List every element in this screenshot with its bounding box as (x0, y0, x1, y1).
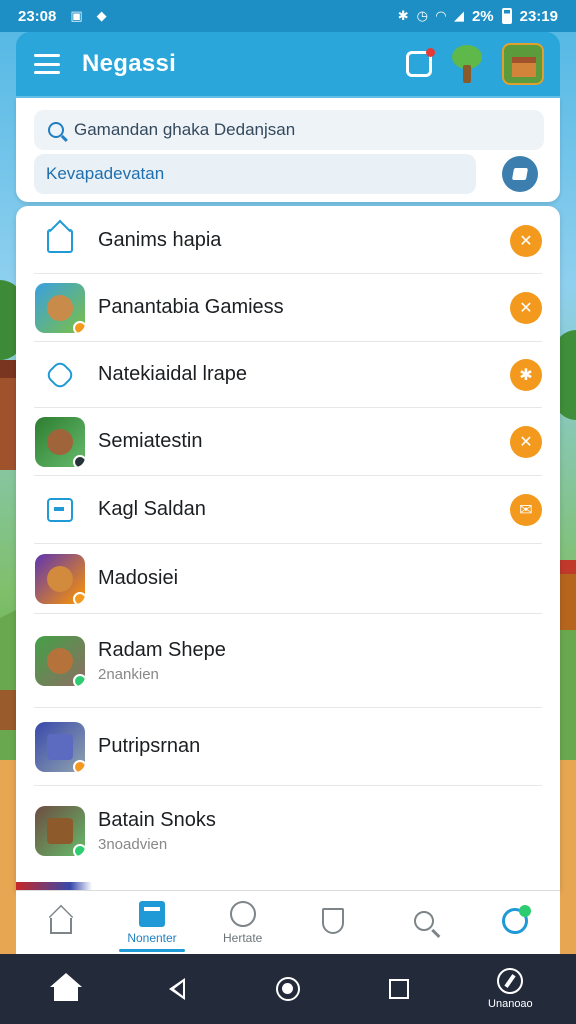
system-nav-bar: Unanoao (0, 954, 576, 1024)
close-badge-icon[interactable]: ✕ (510, 224, 542, 257)
system-home-button[interactable] (36, 959, 96, 1019)
filter-field[interactable]: Kevapadevatan (34, 154, 476, 194)
game-icon (35, 721, 85, 772)
bluetooth-icon: ✱ (397, 8, 409, 23)
app-bar: Negassi (16, 32, 560, 96)
list-item-title: Madosiei (98, 567, 179, 589)
status-time-right: 23:19 (519, 7, 558, 25)
app-notification-icon: ▣ (70, 8, 83, 23)
circle-icon (275, 977, 300, 1001)
search-input[interactable]: Gamandan ghaka Dedanjsan (34, 110, 544, 150)
compass-label: Unanoao (488, 998, 533, 1010)
tree-icon[interactable] (450, 45, 484, 83)
list-item-title: Panantabia Gamiess (98, 296, 284, 318)
tab-nonenter[interactable]: Nonenter (107, 891, 198, 954)
search-icon (48, 122, 64, 138)
list-item-subtitle: 2nankien (98, 665, 159, 683)
list-item-title: Natekiaidal lrape (98, 363, 247, 385)
search-icon (414, 910, 435, 931)
list-item-title: Semiatestin (98, 430, 203, 452)
game-icon (35, 553, 85, 604)
list-item-title: Putripsrnan (98, 735, 201, 757)
game-icon (35, 282, 85, 333)
shield-icon (322, 907, 345, 934)
edit-icon (511, 168, 529, 180)
game-icon (35, 806, 85, 856)
tab-label: Hertate (223, 930, 263, 945)
notification-icon[interactable] (406, 48, 435, 77)
tab-label: Nonenter (127, 930, 177, 945)
close-badge-icon[interactable]: ✕ (510, 291, 542, 324)
news-icon (139, 900, 165, 927)
tools-badge-icon[interactable]: ✱ (510, 358, 542, 391)
next-item-peek (16, 882, 560, 890)
mail-badge-icon[interactable]: ✉ (510, 493, 542, 526)
back-icon (168, 978, 185, 1000)
app-title: Negassi (82, 50, 177, 77)
game-icon (35, 416, 85, 467)
tab-hertate[interactable]: Hertate (197, 891, 288, 954)
list-item[interactable]: Ganims hapia ✕ (34, 208, 542, 274)
system-overview-button[interactable] (258, 959, 318, 1019)
list-item[interactable]: Natekiaidal lrape ✱ (34, 342, 542, 408)
activity-icon (229, 900, 256, 927)
search-placeholder: Gamandan ghaka Dedanjsan (74, 120, 296, 139)
notification-dot (426, 48, 435, 57)
list-item[interactable]: Radam Shepe 2nankien (34, 614, 542, 708)
hexagon-icon (44, 358, 76, 391)
tab-home[interactable] (16, 891, 107, 954)
list-item-title: Ganims hapia (98, 229, 222, 251)
status-bar: 23:08 ▣ ◆ ✱ ◷ ◠ ◢ 2% 23:19 (0, 0, 576, 32)
tab-shield[interactable] (288, 891, 379, 954)
list-item[interactable]: Batain Snoks 3noadvien (34, 786, 542, 876)
close-badge-icon[interactable]: ✕ (510, 425, 542, 458)
game-list: Ganims hapia ✕ Panantabia Gamiess ✕ Nate… (16, 206, 560, 890)
search-card: Gamandan ghaka Dedanjsan Kevapadevatan (16, 98, 560, 202)
game-icon (35, 635, 85, 686)
tab-search[interactable] (379, 891, 470, 954)
game-thumbnail-icon[interactable] (502, 43, 544, 85)
message-icon (47, 497, 73, 522)
bottom-nav: Nonenter Hertate (16, 890, 560, 954)
list-item[interactable]: Panantabia Gamiess ✕ (34, 274, 542, 342)
refresh-icon (501, 904, 531, 934)
system-back-button[interactable] (147, 959, 207, 1019)
square-icon (389, 979, 410, 999)
wifi-icon: ◠ (435, 8, 446, 23)
list-item-title: Kagl Saldan (98, 498, 206, 520)
compass-icon (497, 968, 524, 994)
list-item-title: Radam Shepe (98, 638, 226, 661)
system-recents-button[interactable] (369, 959, 429, 1019)
list-item[interactable]: Kagl Saldan ✉ (34, 476, 542, 544)
list-item[interactable]: Putripsrnan (34, 708, 542, 786)
system-compass-button[interactable]: Unanoao (480, 959, 540, 1019)
battery-percent: 2% (471, 7, 494, 25)
hamburger-icon[interactable] (34, 54, 60, 74)
signal-icon: ◢ (453, 8, 464, 23)
home-icon (50, 917, 73, 934)
cast-icon: ◆ (96, 8, 107, 23)
home-icon (49, 973, 82, 1001)
alarm-icon: ◷ (416, 8, 428, 23)
battery-icon (501, 8, 512, 24)
list-item-subtitle: 3noadvien (98, 836, 168, 853)
status-time: 23:08 (18, 7, 57, 25)
mail-icon (47, 228, 73, 253)
list-item[interactable]: Madosiei (34, 544, 542, 614)
tab-refresh[interactable] (469, 891, 560, 954)
filter-text: Kevapadevatan (46, 164, 165, 183)
list-item[interactable]: Semiatestin ✕ (34, 408, 542, 476)
edit-button[interactable] (502, 156, 538, 192)
list-item-title: Batain Snoks (98, 809, 216, 831)
